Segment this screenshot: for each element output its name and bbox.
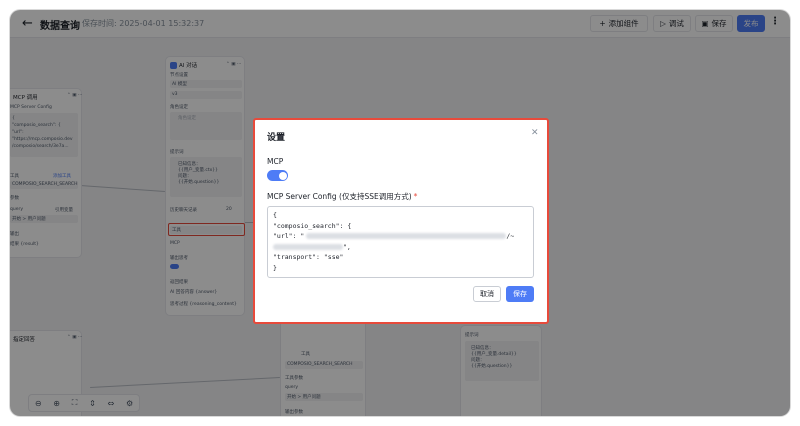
config-textarea[interactable]: { "composio_search": { "url": " /~ ", "tr… — [267, 206, 534, 278]
url-suffix: /~ — [506, 232, 515, 240]
config-line-text: { — [273, 211, 277, 219]
config-line-text: "composio_search": { — [273, 221, 352, 230]
config-line: ", — [273, 242, 528, 253]
config-line: "transport": "sse" — [273, 252, 528, 263]
settings-dialog: 设置 ✕ MCP MCP Server Config (仅支持SSE调用方式) *… — [253, 118, 549, 324]
cancel-button[interactable]: 取消 — [473, 286, 501, 302]
config-line: "url": " /~ — [273, 231, 528, 242]
config-line: { — [273, 210, 528, 221]
dialog-title: 设置 — [267, 133, 286, 143]
config-label: MCP Server Config (仅支持SSE调用方式) * — [267, 191, 417, 202]
redacted-url — [273, 243, 343, 250]
save-button[interactable]: 保存 — [506, 286, 534, 302]
mcp-toggle[interactable] — [267, 170, 288, 181]
toggle-knob — [278, 171, 287, 180]
app-window: ← 数据查询 保存时间: 2025-04-01 15:32:37 + 添加组件 ▷… — [10, 10, 790, 416]
redacted-url — [306, 233, 507, 239]
config-label-text: MCP Server Config (仅支持SSE调用方式) — [267, 192, 412, 201]
config-line-text: "transport": "sse" — [273, 253, 344, 261]
config-line-text: } — [273, 263, 277, 272]
config-line: "composio_search": { — [273, 221, 528, 232]
close-icon[interactable]: ✕ — [531, 128, 539, 138]
config-line: } — [273, 263, 528, 274]
config-line-text: ", — [343, 242, 351, 251]
mcp-label: MCP — [267, 157, 284, 166]
required-mark: * — [413, 192, 418, 201]
config-line-text: "url": " — [273, 232, 305, 240]
